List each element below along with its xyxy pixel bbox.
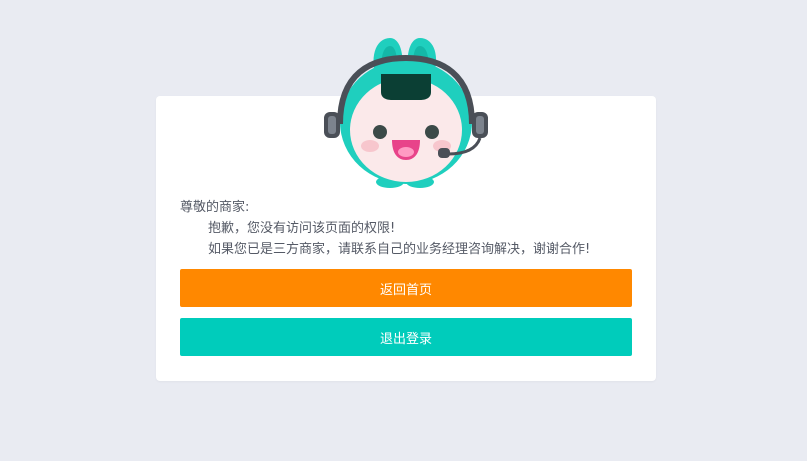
- greeting-text: 尊敬的商家:: [180, 200, 250, 215]
- contact-manager-text: 如果您已是三方商家，请联系自己的业务经理咨询解决，谢谢合作!: [208, 242, 591, 257]
- back-home-label: 返回首页: [379, 282, 432, 298]
- logout-button[interactable]: 退出登录: [180, 318, 632, 356]
- page: 尊敬的商家: 抱歉，您没有访问该页面的权限! 如果您已是三方商家，请联系自己的业…: [0, 0, 807, 461]
- customer-service-mascot-icon: [324, 38, 488, 188]
- back-home-button[interactable]: 返回首页: [180, 269, 632, 307]
- logout-label: 退出登录: [379, 331, 432, 347]
- permission-message: 尊敬的商家: 抱歉，您没有访问该页面的权限! 如果您已是三方商家，请联系自己的业…: [180, 197, 640, 260]
- no-permission-text: 抱歉，您没有访问该页面的权限!: [208, 221, 396, 236]
